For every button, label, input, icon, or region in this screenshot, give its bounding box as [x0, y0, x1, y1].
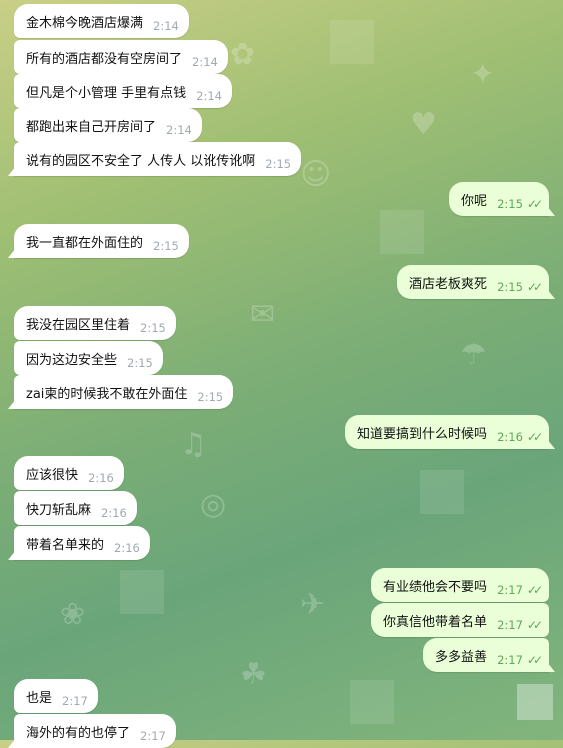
message-text: 多多益善	[435, 649, 488, 665]
outgoing-message[interactable]: 你呢 2:15 ✓✓	[449, 182, 555, 216]
message-time: 2:15	[153, 239, 179, 253]
incoming-message[interactable]: 快刀斩乱麻 2:16	[14, 491, 137, 525]
read-checkmarks-icon: ✓✓	[526, 653, 543, 667]
incoming-message[interactable]: 应该很快 2:16	[14, 456, 124, 490]
message-text: 金木棉今晚酒店爆满	[26, 15, 144, 31]
doodle-icon: ✿	[230, 37, 256, 72]
message-text: 但凡是个小管理 手里有点钱	[26, 85, 187, 101]
message-text: 你呢	[461, 193, 488, 209]
read-checkmarks-icon: ✓✓	[526, 280, 543, 294]
bubble-tail	[547, 289, 555, 299]
outgoing-message[interactable]: 有业绩他会不要吗 2:17 ✓✓	[371, 568, 549, 602]
message-text: 酒店老板爽死	[409, 276, 488, 292]
message-time: 2:16	[497, 430, 523, 444]
incoming-message[interactable]: 所有的酒店都没有空房间了 2:14	[14, 40, 228, 74]
doodle-icon: ☂	[460, 337, 487, 372]
message-text: 我没在园区里住着	[26, 317, 131, 333]
message-time: 2:15	[197, 390, 224, 404]
message-time: 2:14	[192, 55, 218, 69]
message-text: 我一直都在外面住的	[26, 235, 144, 251]
bubble-tail	[8, 399, 16, 409]
incoming-message[interactable]: 但凡是个小管理 手里有点钱 2:14	[14, 74, 232, 108]
bubble-tail	[547, 206, 555, 216]
doodle-icon: ♫	[180, 427, 207, 462]
message-time: 2:15	[497, 280, 523, 294]
incoming-message[interactable]: 我一直都在外面住的 2:15	[8, 224, 189, 258]
message-text: 因为这边安全些	[26, 352, 118, 368]
incoming-message[interactable]: 因为这边安全些 2:15	[14, 341, 163, 375]
read-checkmarks-icon: ✓✓	[526, 583, 543, 597]
message-text: 有业绩他会不要吗	[383, 579, 488, 595]
message-time: 2:14	[196, 89, 222, 103]
bubble-tail	[547, 662, 555, 672]
message-text: 你真信他带着名单	[383, 614, 488, 630]
outgoing-message[interactable]: 多多益善 2:17 ✓✓	[423, 638, 555, 672]
message-time: 2:17	[497, 653, 523, 667]
message-text: zai柬的时候我不敢在外面住	[26, 386, 188, 402]
bubble-tail	[8, 166, 16, 176]
doodle-icon: ☺	[300, 157, 332, 192]
doodle-icon: ✉	[250, 297, 276, 332]
message-time: 2:17	[140, 729, 166, 743]
outgoing-message[interactable]: 酒店老板爽死 2:15 ✓✓	[397, 265, 555, 299]
incoming-message[interactable]: 说有的园区不安全了 人传人 以讹传讹啊 2:15	[8, 142, 302, 176]
incoming-message[interactable]: zai柬的时候我不敢在外面住 2:15	[8, 375, 234, 409]
doodle-icon: ♥	[410, 107, 437, 142]
read-checkmarks-icon: ✓✓	[526, 430, 543, 444]
incoming-message[interactable]: 我没在园区里住着 2:15	[14, 306, 176, 340]
read-checkmarks-icon: ✓✓	[526, 618, 543, 632]
bubble-tail	[8, 550, 16, 560]
doodle-icon: ◎	[200, 487, 227, 522]
message-time: 2:15	[497, 197, 523, 211]
doodle-icon: ☘	[240, 657, 267, 692]
incoming-message[interactable]: 都跑出来自己开房间了 2:14	[14, 108, 202, 142]
message-text: 都跑出来自己开房间了	[26, 119, 157, 135]
outgoing-message[interactable]: 知道要搞到什么时候吗 2:16 ✓✓	[345, 415, 555, 449]
message-time: 2:17	[62, 694, 88, 708]
message-time: 2:14	[153, 19, 179, 33]
message-time: 2:16	[101, 506, 127, 520]
bubble-tail	[547, 439, 555, 449]
message-time: 2:16	[88, 471, 114, 485]
message-time: 2:14	[166, 123, 192, 137]
scroll-to-bottom-button[interactable]	[517, 684, 553, 720]
message-time: 2:17	[497, 583, 523, 597]
message-text: 应该很快	[26, 467, 79, 483]
doodle-icon: ✈	[300, 587, 326, 622]
read-checkmarks-icon: ✓✓	[526, 197, 543, 211]
message-text: 海外的有的也停了	[26, 725, 131, 741]
message-time: 2:15	[127, 356, 153, 370]
incoming-message[interactable]: 也是 2:17	[14, 679, 98, 713]
incoming-message[interactable]: 带着名单来的 2:16	[8, 526, 150, 560]
incoming-message[interactable]: 金木棉今晚酒店爆满 2:14	[14, 4, 189, 38]
message-text: 所有的酒店都没有空房间了	[26, 51, 183, 67]
message-text: 知道要搞到什么时候吗	[357, 426, 488, 442]
message-text: 快刀斩乱麻	[26, 502, 92, 518]
message-time: 2:17	[497, 618, 523, 632]
doodle-icon: ❀	[60, 597, 86, 632]
message-time: 2:15	[265, 157, 292, 171]
doodle-icon: ✦	[470, 57, 496, 92]
message-text: 说有的园区不安全了 人传人 以讹传讹啊	[26, 153, 256, 169]
message-text: 也是	[26, 690, 53, 706]
bubble-tail	[8, 248, 16, 258]
incoming-message[interactable]: 海外的有的也停了 2:17	[8, 714, 176, 748]
outgoing-message[interactable]: 你真信他带着名单 2:17 ✓✓	[371, 603, 549, 637]
message-time: 2:15	[140, 321, 166, 335]
message-text: 带着名单来的	[26, 537, 105, 553]
message-time: 2:16	[114, 541, 140, 555]
